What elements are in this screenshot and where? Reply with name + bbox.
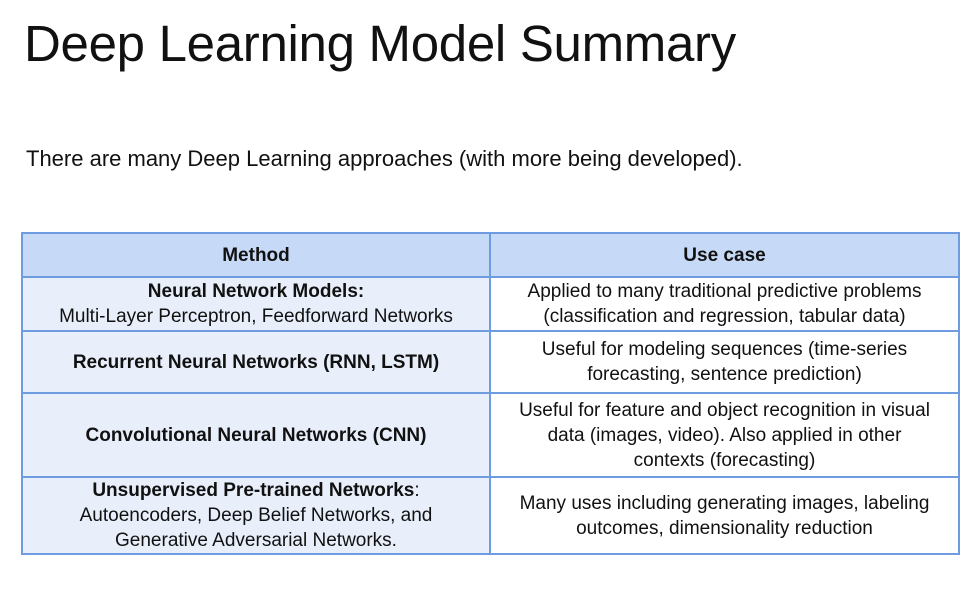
method-cell: Unsupervised Pre-trained Networks: Autoe… — [21, 476, 491, 555]
use-case-cell: Useful for modeling sequences (time-seri… — [489, 330, 960, 394]
method-detail: Generative Adversarial Networks. — [115, 530, 397, 551]
use-case-line: contexts (forecasting) — [633, 449, 816, 471]
method-title: Recurrent Neural Networks (RNN, LSTM) — [72, 351, 440, 373]
use-case-line: data (images, video). Also applied in ot… — [547, 424, 902, 446]
use-case-line: Many uses including generating images, l… — [519, 492, 930, 514]
method-detail: Autoencoders, Deep Belief Networks, and — [79, 505, 433, 526]
method-title-line: Unsupervised Pre-trained Networks: — [29, 478, 483, 503]
use-case-line: Useful for feature and object recognitio… — [519, 399, 930, 421]
method-title: Unsupervised Pre-trained Networks — [92, 480, 415, 501]
table-row: Convolutional Neural Networks (CNN) Usef… — [21, 392, 960, 478]
header-use-case: Use case — [489, 232, 960, 278]
table-row: Unsupervised Pre-trained Networks: Autoe… — [21, 476, 960, 555]
use-case-line: Applied to many traditional predictive p… — [527, 281, 922, 302]
method-cell: Neural Network Models: Multi-Layer Perce… — [21, 276, 491, 332]
use-case-line: forecasting, sentence prediction) — [587, 364, 862, 385]
table-header-row: Method Use case — [21, 232, 960, 278]
page-title: Deep Learning Model Summary — [24, 15, 736, 72]
table-row: Recurrent Neural Networks (RNN, LSTM) Us… — [21, 330, 960, 394]
method-cell: Convolutional Neural Networks (CNN) — [21, 392, 491, 478]
use-case-cell: Useful for feature and object recognitio… — [489, 392, 960, 478]
method-title: Convolutional Neural Networks (CNN) — [85, 424, 427, 446]
use-case-cell: Many uses including generating images, l… — [489, 476, 960, 555]
method-title: Neural Network Models: — [147, 281, 365, 302]
method-colon: : — [414, 480, 420, 501]
header-method: Method — [21, 232, 491, 278]
model-summary-table: Method Use case Neural Network Models: M… — [21, 232, 960, 555]
method-cell: Recurrent Neural Networks (RNN, LSTM) — [21, 330, 491, 394]
use-case-line: outcomes, dimensionality reduction — [576, 517, 873, 539]
intro-text: There are many Deep Learning approaches … — [26, 146, 743, 171]
use-case-cell: Applied to many traditional predictive p… — [489, 276, 960, 332]
use-case-line: (classification and regression, tabular … — [543, 306, 906, 327]
table-row: Neural Network Models: Multi-Layer Perce… — [21, 276, 960, 332]
use-case-line: Useful for modeling sequences (time-seri… — [541, 339, 908, 360]
method-detail: Multi-Layer Perceptron, Feedforward Netw… — [59, 306, 453, 327]
